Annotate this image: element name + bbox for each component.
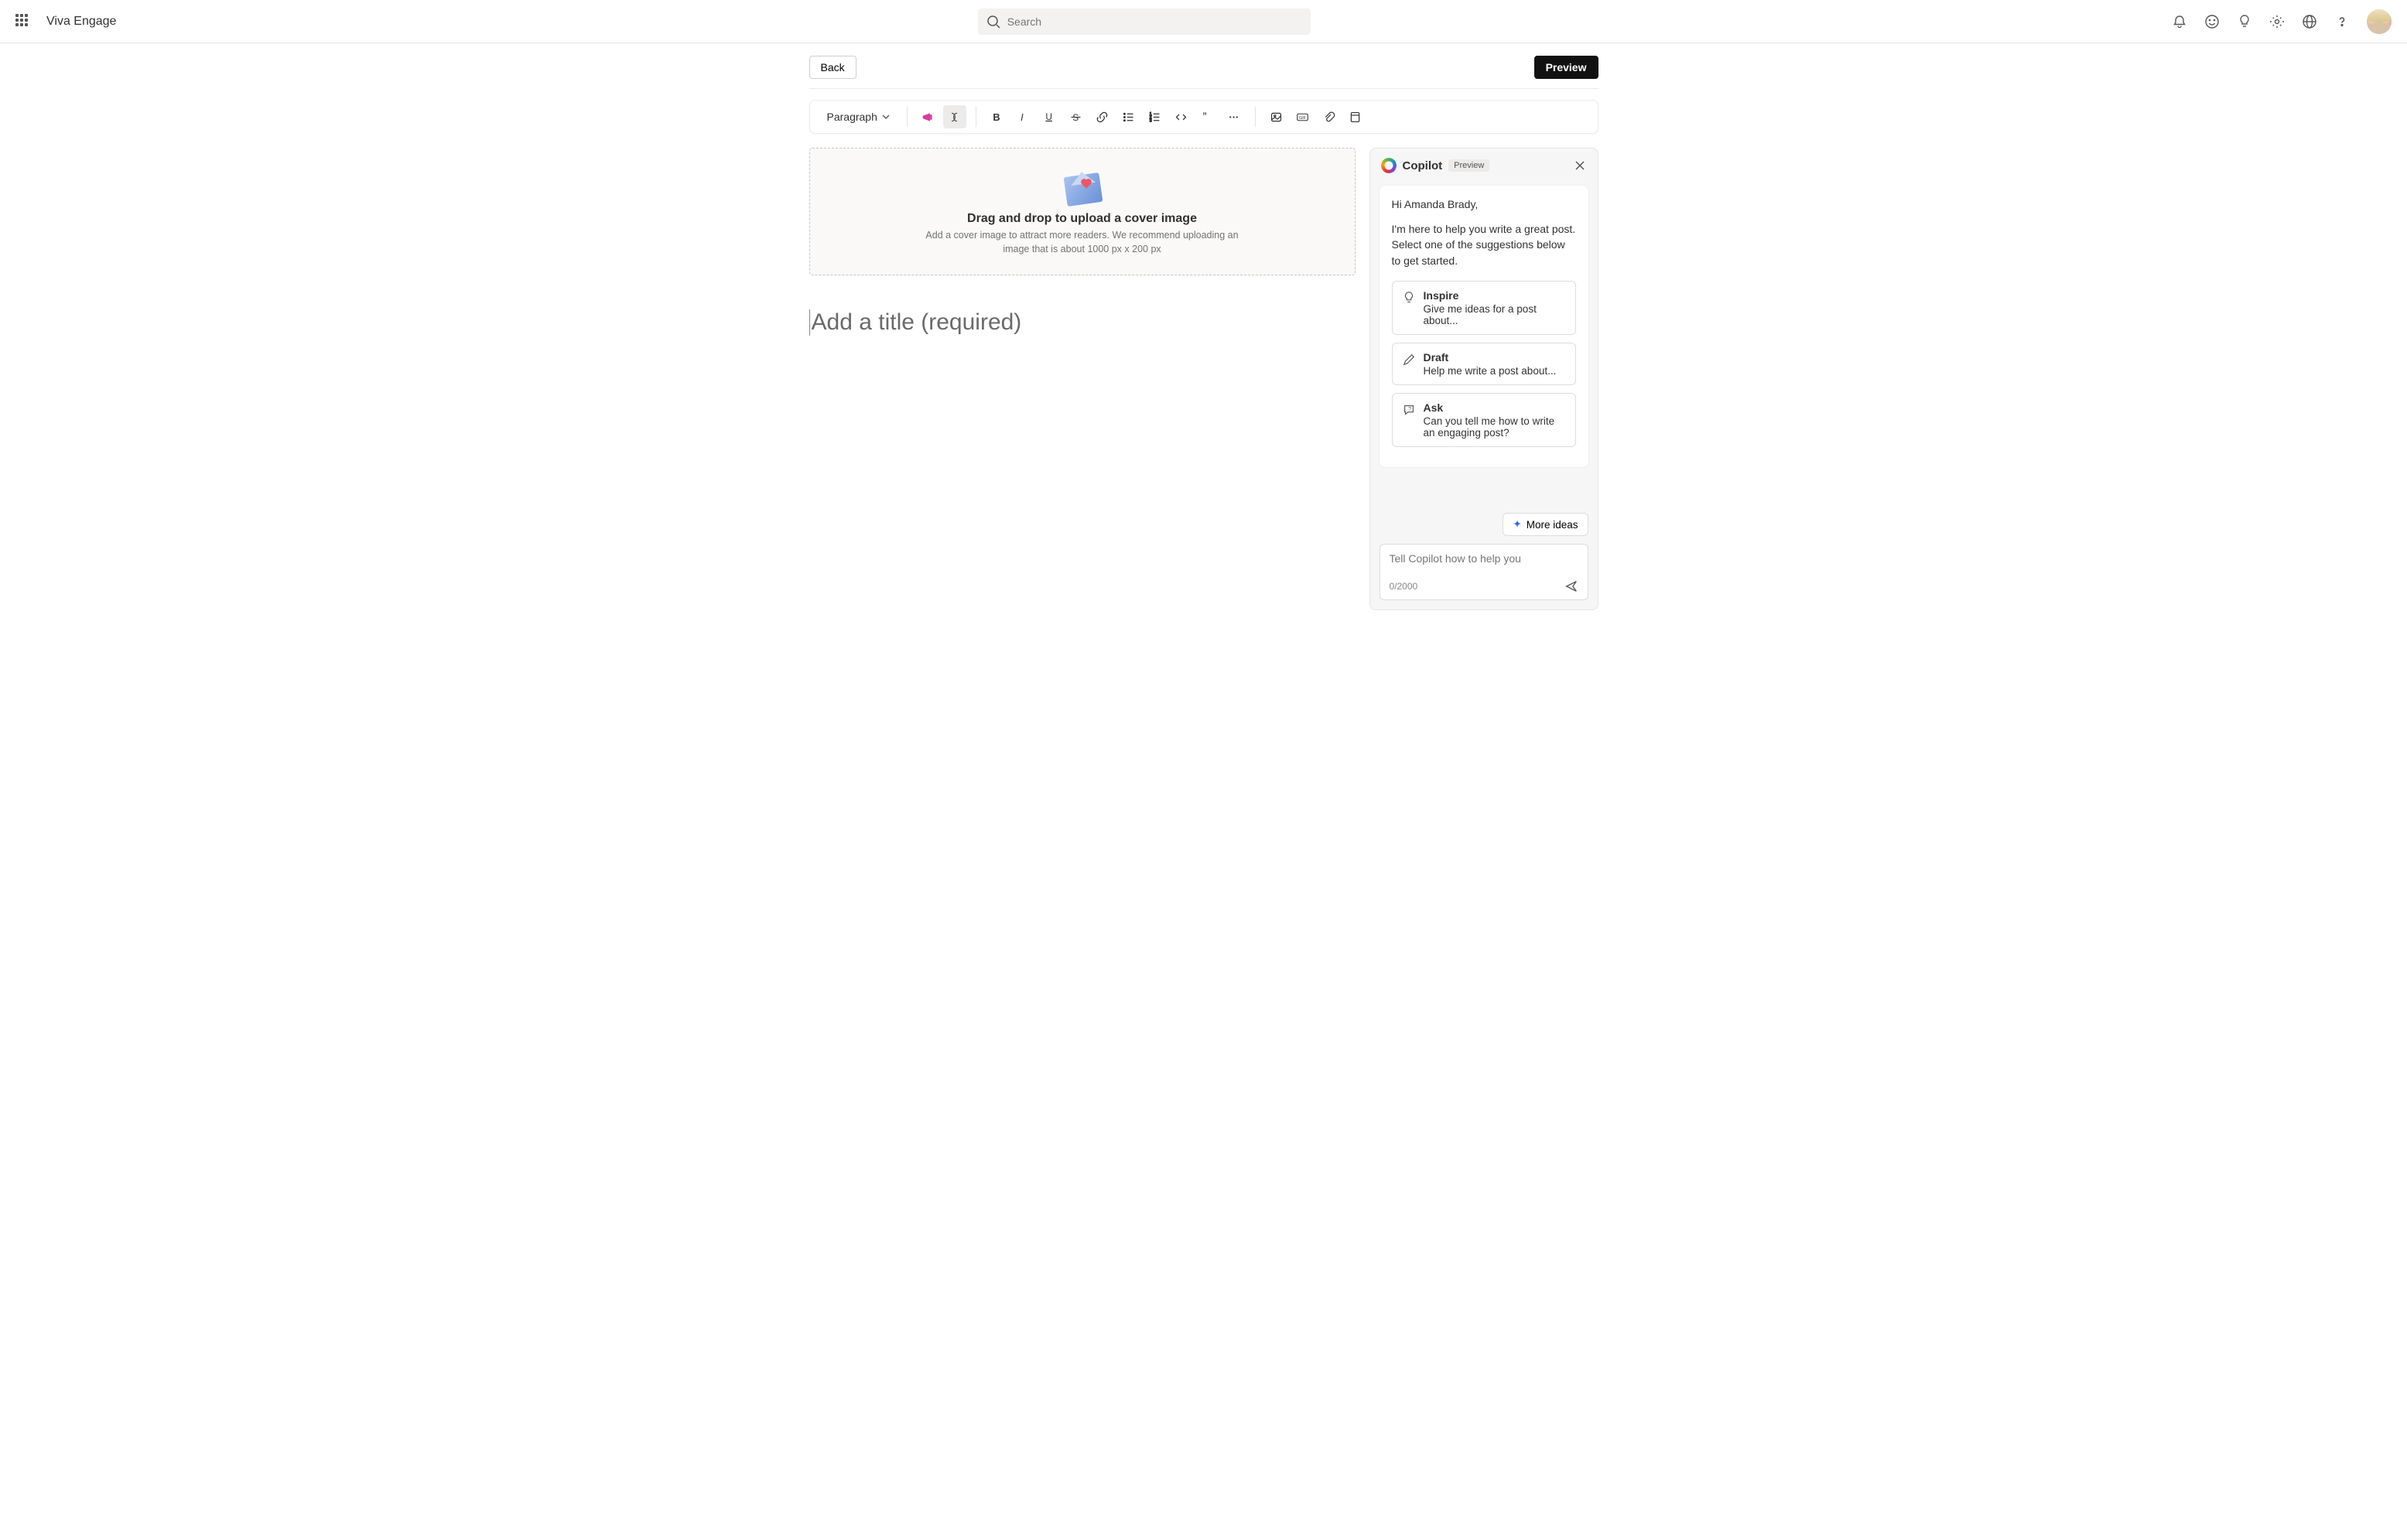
svg-text:”: ” [1203,111,1207,123]
globe-icon[interactable] [2302,14,2317,29]
emoji-icon[interactable] [2204,14,2220,29]
toolbar-divider [1255,107,1256,127]
search-box[interactable] [978,9,1311,35]
attach-file-icon[interactable] [1318,105,1341,128]
svg-text:B: B [993,111,1000,122]
copilot-suggestion-inspire[interactable]: Inspire Give me ideas for a post about..… [1392,281,1576,335]
search-icon [986,14,1001,29]
toolbar-divider [907,107,908,127]
lightbulb-icon[interactable] [2237,14,2252,29]
preview-button[interactable]: Preview [1534,56,1598,79]
suggestion-desc: Can you tell me how to write an engaging… [1424,415,1566,439]
svg-text:?: ? [1408,405,1411,412]
copilot-greeting: Hi Amanda Brady, [1392,198,1576,210]
copilot-toggle-icon[interactable] [943,105,966,128]
sparkle-icon: ✦ [1513,518,1521,531]
search-input[interactable] [1007,15,1303,28]
paragraph-style-label: Paragraph [827,111,877,123]
svg-text:U: U [1046,111,1053,121]
pencil-icon [1402,353,1416,367]
copilot-title: Copilot [1403,159,1443,172]
copilot-suggestion-draft[interactable]: Draft Help me write a post about... [1392,343,1576,385]
user-avatar[interactable] [2367,9,2392,34]
copilot-input-box[interactable]: 0/2000 [1380,544,1588,600]
link-icon[interactable] [1091,105,1114,128]
suggestion-title: Ask [1424,401,1566,414]
send-icon[interactable] [1564,579,1578,593]
suggestion-desc: Give me ideas for a post about... [1424,303,1566,326]
close-icon[interactable] [1573,159,1587,172]
svg-text:GIF: GIF [1299,116,1307,121]
copilot-panel: Copilot Preview Hi Amanda Brady, I'm her… [1369,148,1598,610]
copilot-textarea[interactable] [1390,552,1578,569]
paragraph-style-selector[interactable]: Paragraph [819,108,897,126]
suggestion-title: Inspire [1424,289,1566,302]
editor-toolbar: Paragraph B I U S 123 ” [809,100,1598,134]
post-title-input[interactable] [809,309,1356,336]
cover-drop-subtext: Add a cover image to attract more reader… [912,229,1253,256]
numbered-list-icon[interactable]: 123 [1144,105,1167,128]
copilot-logo-icon [1381,158,1397,173]
app-launcher-icon[interactable] [15,14,31,29]
notifications-icon[interactable] [2172,14,2187,29]
cover-image-dropzone[interactable]: Drag and drop to upload a cover image Ad… [809,148,1356,275]
suggestion-title: Draft [1424,351,1566,364]
suggestion-desc: Help me write a post about... [1424,365,1566,377]
insert-gif-icon[interactable]: GIF [1291,105,1315,128]
lightbulb-icon [1402,291,1416,305]
app-header: Viva Engage [0,0,2407,43]
app-title: Viva Engage [46,15,116,29]
copilot-char-counter: 0/2000 [1390,581,1418,592]
bold-icon[interactable]: B [986,105,1009,128]
strikethrough-icon[interactable]: S [1065,105,1088,128]
cover-drop-heading: Drag and drop to upload a cover image [833,212,1332,226]
help-icon[interactable] [2334,14,2350,29]
insert-image-icon[interactable] [1265,105,1288,128]
quote-icon[interactable]: ” [1196,105,1219,128]
code-icon[interactable] [1170,105,1193,128]
underline-icon[interactable]: U [1038,105,1062,128]
more-ideas-label: More ideas [1527,519,1578,531]
italic-icon[interactable]: I [1012,105,1035,128]
chevron-down-icon [882,113,890,121]
action-bar: Back Preview [809,43,1598,89]
chat-question-icon: ? [1402,403,1416,417]
more-formatting-icon[interactable] [1222,105,1246,128]
bullet-list-icon[interactable] [1117,105,1140,128]
svg-text:3: 3 [1150,118,1152,123]
copilot-preview-badge: Preview [1448,159,1489,172]
insert-template-icon[interactable] [1344,105,1367,128]
settings-icon[interactable] [2269,14,2285,29]
copilot-suggestion-ask[interactable]: ? Ask Can you tell me how to write an en… [1392,393,1576,447]
back-button[interactable]: Back [809,56,856,79]
svg-text:I: I [1021,111,1024,122]
cover-illustration-icon [1061,170,1104,206]
announcement-icon[interactable] [917,105,940,128]
copilot-intro: I'm here to help you write a great post.… [1392,221,1576,268]
more-ideas-button[interactable]: ✦ More ideas [1503,513,1588,536]
